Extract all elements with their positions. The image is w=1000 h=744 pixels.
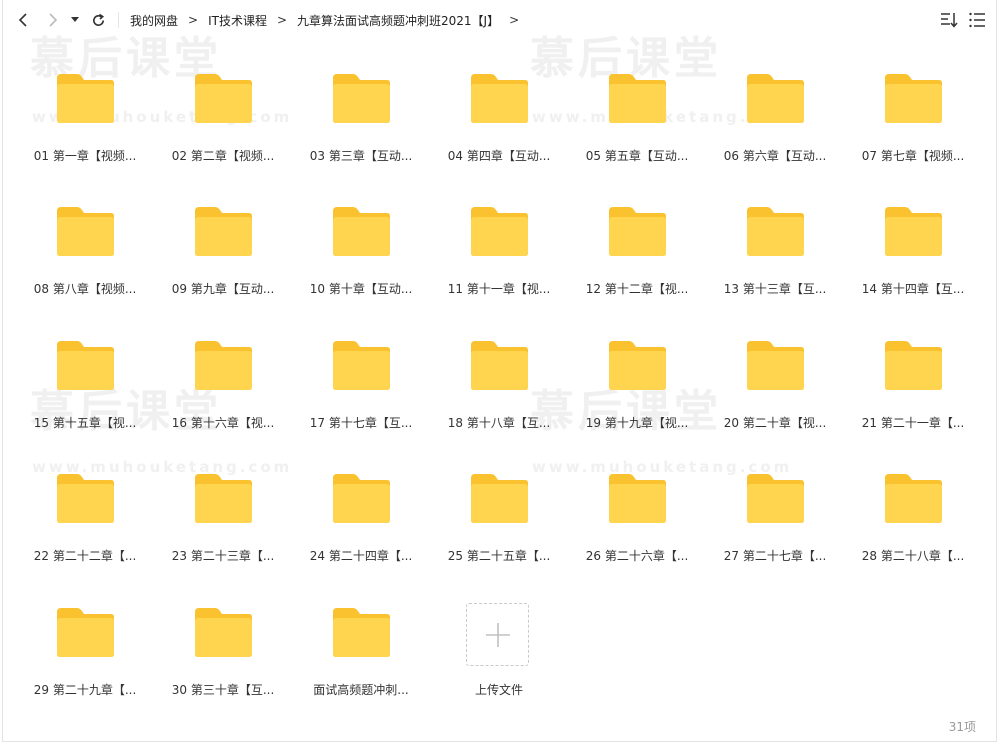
folder-icon [333, 608, 390, 657]
item-count: 31项 [948, 720, 976, 734]
folder-name: 06 第六章【互动... [723, 149, 827, 163]
folder-name: 26 第二十六章【... [585, 549, 689, 563]
folder-item[interactable]: 22 第二十二章【... [20, 472, 150, 582]
folder-item[interactable]: 26 第二十六章【... [572, 472, 702, 582]
folder-item[interactable]: 04 第四章【互动... [434, 72, 564, 182]
folder-item[interactable]: 09 第九章【互动... [158, 205, 288, 315]
folder-icon [57, 341, 114, 390]
folder-item[interactable]: 07 第七章【视频... [848, 72, 978, 182]
folder-icon [471, 207, 528, 256]
folder-item[interactable]: 25 第二十五章【... [434, 472, 564, 582]
folder-item[interactable]: 12 第十二章【视... [572, 205, 702, 315]
folder-item[interactable]: 14 第十四章【互... [848, 205, 978, 315]
folder-name: 19 第十九章【视... [585, 416, 689, 430]
folder-icon [333, 74, 390, 123]
folder-icon [57, 74, 114, 123]
folder-name: 10 第十章【互动... [309, 282, 413, 296]
folder-icon [195, 207, 252, 256]
folder-item[interactable]: 18 第十八章【互... [434, 339, 564, 449]
folder-name: 07 第七章【视频... [861, 149, 965, 163]
folder-item[interactable]: 08 第八章【视频... [20, 205, 150, 315]
folder-item[interactable]: 06 第六章【互动... [710, 72, 840, 182]
upload-box [466, 603, 529, 666]
upload-label: 上传文件 [474, 683, 523, 697]
folder-name: 27 第二十七章【... [723, 549, 827, 563]
folder-icon [885, 207, 942, 256]
folder-name: 24 第二十四章【... [309, 549, 413, 563]
folder-item[interactable]: 02 第二章【视频... [158, 72, 288, 182]
folder-item[interactable]: 13 第十三章【互... [710, 205, 840, 315]
folder-name: 16 第十六章【视... [171, 416, 275, 430]
folder-name: 09 第九章【互动... [171, 282, 275, 296]
folder-name: 14 第十四章【互... [861, 282, 965, 296]
folder-name: 11 第十一章【视... [447, 282, 551, 296]
folder-icon [195, 474, 252, 523]
folder-name: 08 第八章【视频... [33, 282, 137, 296]
folder-icon [333, 341, 390, 390]
folder-icon [57, 474, 114, 523]
folder-icon [747, 341, 804, 390]
folder-icon [57, 608, 114, 657]
folder-icon [885, 474, 942, 523]
folder-icon [195, 341, 252, 390]
folder-icon [471, 74, 528, 123]
folder-item[interactable]: 面试高频题冲刺... [296, 606, 426, 716]
folder-icon [609, 341, 666, 390]
folder-item[interactable]: 23 第二十三章【... [158, 472, 288, 582]
folder-item[interactable]: 29 第二十九章【... [20, 606, 150, 716]
folder-name: 20 第二十章【视... [723, 416, 827, 430]
folder-name: 29 第二十九章【... [33, 683, 137, 697]
file-grid: 01 第一章【视频... 02 第二章【视频... 03 第三章【互动... 04 第… [0, 0, 1000, 744]
folder-icon [195, 74, 252, 123]
folder-item[interactable]: 17 第十七章【互... [296, 339, 426, 449]
folder-item[interactable]: 16 第十六章【视... [158, 339, 288, 449]
folder-name: 15 第十五章【视... [33, 416, 137, 430]
folder-icon [471, 341, 528, 390]
folder-name: 17 第十七章【互... [309, 416, 413, 430]
folder-item[interactable]: 01 第一章【视频... [20, 72, 150, 182]
folder-name: 12 第十二章【视... [585, 282, 689, 296]
folder-icon [609, 474, 666, 523]
folder-item[interactable]: 28 第二十八章【... [848, 472, 978, 582]
folder-name: 18 第十八章【互... [447, 416, 551, 430]
folder-name: 28 第二十八章【... [861, 549, 965, 563]
folder-name: 03 第三章【互动... [309, 149, 413, 163]
folder-item[interactable]: 24 第二十四章【... [296, 472, 426, 582]
folder-icon [195, 608, 252, 657]
folder-name: 01 第一章【视频... [33, 149, 137, 163]
folder-item[interactable]: 15 第十五章【视... [20, 339, 150, 449]
folder-name: 02 第二章【视频... [171, 149, 275, 163]
folder-item[interactable]: 10 第十章【互动... [296, 205, 426, 315]
folder-name: 面试高频题冲刺... [313, 683, 409, 697]
folder-name: 13 第十三章【互... [723, 282, 827, 296]
folder-item[interactable]: 03 第三章【互动... [296, 72, 426, 182]
folder-name: 25 第二十五章【... [447, 549, 551, 563]
folder-name: 04 第四章【互动... [447, 149, 551, 163]
folder-item[interactable]: 11 第十一章【视... [434, 205, 564, 315]
folder-icon [747, 207, 804, 256]
folder-name: 22 第二十二章【... [33, 549, 137, 563]
folder-item[interactable]: 30 第三十章【互... [158, 606, 288, 716]
folder-item[interactable]: 21 第二十一章【... [848, 339, 978, 449]
folder-icon [885, 74, 942, 123]
folder-name: 05 第五章【互动... [585, 149, 689, 163]
folder-item[interactable]: 19 第十九章【视... [572, 339, 702, 449]
folder-icon [333, 207, 390, 256]
folder-icon [57, 207, 114, 256]
folder-item[interactable]: 27 第二十七章【... [710, 472, 840, 582]
folder-item[interactable]: 05 第五章【互动... [572, 72, 702, 182]
folder-icon [471, 474, 528, 523]
folder-icon [609, 74, 666, 123]
folder-name: 30 第三十章【互... [171, 683, 275, 697]
folder-item[interactable]: 20 第二十章【视... [710, 339, 840, 449]
upload-file-button[interactable]: 上传文件 [434, 603, 564, 716]
folder-icon [747, 74, 804, 123]
folder-icon [747, 474, 804, 523]
folder-icon [609, 207, 666, 256]
folder-name: 21 第二十一章【... [861, 416, 965, 430]
folder-icon [333, 474, 390, 523]
plus-icon [485, 622, 510, 647]
folder-name: 23 第二十三章【... [171, 549, 275, 563]
folder-icon [885, 341, 942, 390]
